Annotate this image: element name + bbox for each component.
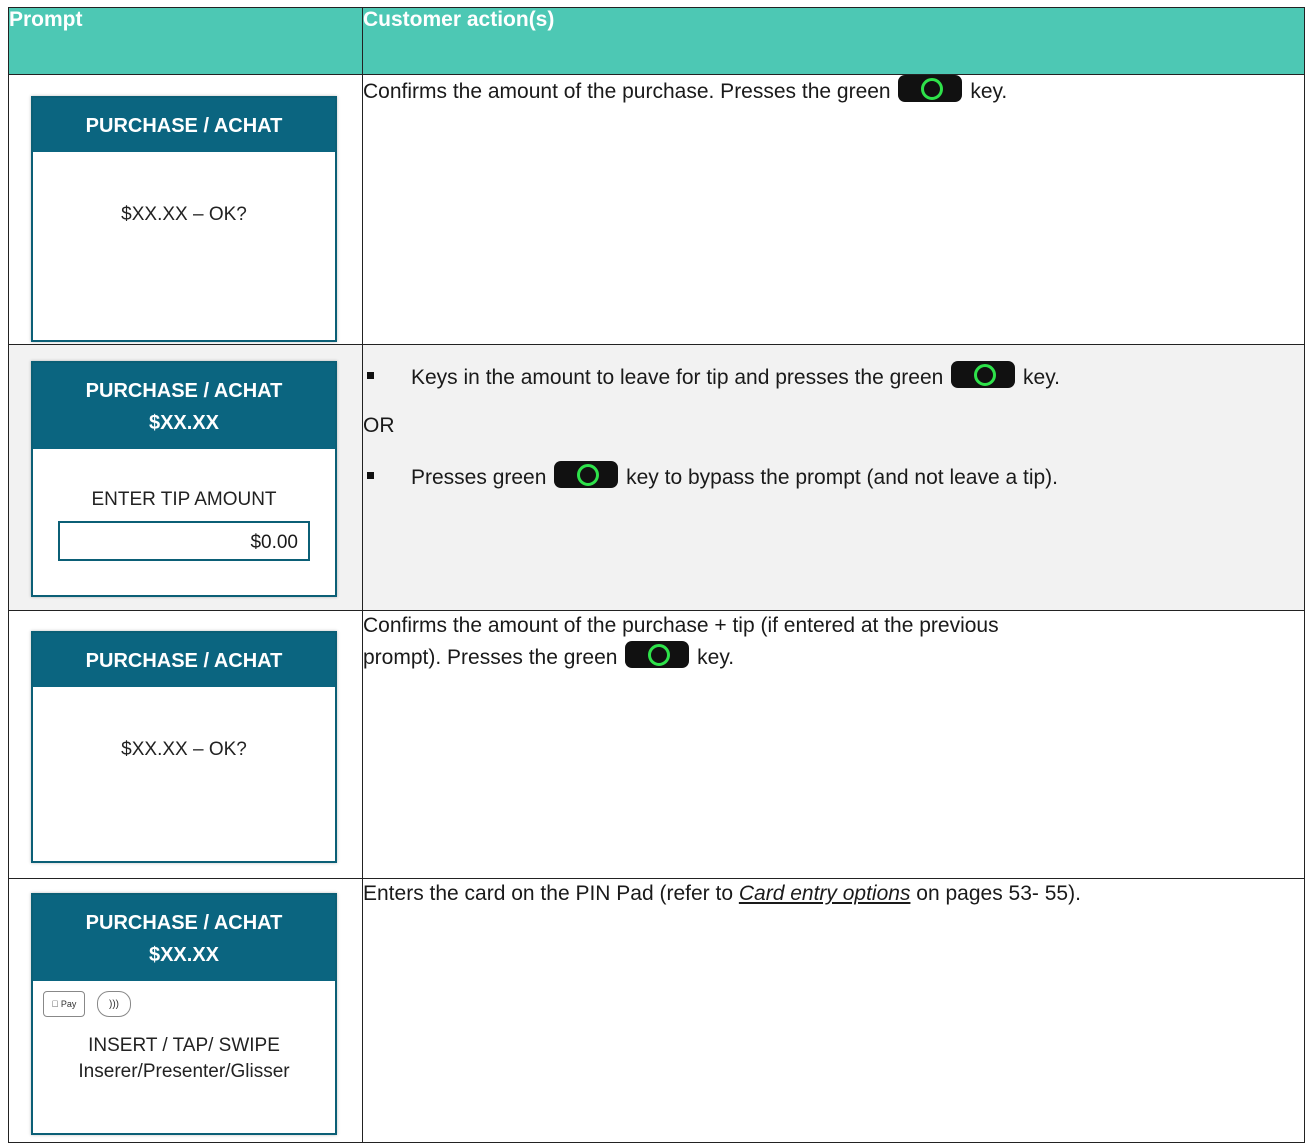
- green-ok-key-icon: [898, 75, 963, 102]
- bullet-text-end: key to bypass the prompt (and not leave …: [626, 466, 1058, 489]
- action-text-end: key.: [970, 80, 1008, 103]
- header-customer-action: Customer action(s): [362, 7, 1305, 75]
- table-row: PURCHASE / ACHAT $XX.XX  Pay ))) INSERT…: [8, 878, 1305, 1143]
- table-header-row: Prompt Customer action(s): [8, 7, 1305, 75]
- tip-amount-field: $0.00: [58, 521, 310, 561]
- table-row: PURCHASE / ACHAT $XX.XX ENTER TIP AMOUNT…: [8, 344, 1305, 611]
- screen-title: PURCHASE / ACHAT: [33, 633, 335, 687]
- action-text-end: on pages 53- 55).: [910, 882, 1081, 905]
- terminal-screen: PURCHASE / ACHAT $XX.XX – OK?: [31, 96, 337, 342]
- action-text: prompt). Presses the green: [363, 646, 618, 669]
- screen-label: ENTER TIP AMOUNT: [91, 489, 277, 510]
- action-cell: Keys in the amount to leave for tip and …: [362, 344, 1305, 611]
- table-row: PURCHASE / ACHAT $XX.XX – OK? Confirms t…: [8, 610, 1305, 879]
- terminal-screen: PURCHASE / ACHAT $XX.XX – OK?: [31, 631, 337, 863]
- green-ok-key-icon: [554, 461, 619, 488]
- action-cell: Confirms the amount of the purchase. Pre…: [362, 74, 1305, 345]
- action-text: Confirms the amount of the purchase. Pre…: [363, 80, 891, 103]
- prompt-cell: PURCHASE / ACHAT $XX.XX  Pay ))) INSERT…: [8, 878, 363, 1143]
- screen-header: PURCHASE / ACHAT $XX.XX: [33, 363, 335, 449]
- action-text: Confirms the amount of the purchase + ti…: [363, 614, 999, 637]
- screen-amount: $XX.XX: [148, 412, 220, 434]
- action-text-line2: prompt). Presses the green key.: [363, 641, 1304, 673]
- screen-title: PURCHASE / ACHAT: [85, 912, 283, 934]
- action-cell: Confirms the amount of the purchase + ti…: [362, 610, 1305, 879]
- payment-badges:  Pay ))): [33, 981, 335, 1017]
- green-ok-key-icon: [625, 641, 690, 668]
- or-text: OR: [363, 414, 395, 437]
- action-text: Enters the card on the PIN Pad (refer to: [363, 882, 739, 905]
- header-prompt: Prompt: [8, 7, 363, 75]
- apple-pay-icon:  Pay: [43, 991, 85, 1017]
- terminal-screen: PURCHASE / ACHAT $XX.XX ENTER TIP AMOUNT…: [31, 361, 337, 597]
- screen-header: PURCHASE / ACHAT $XX.XX: [33, 895, 335, 981]
- prompt-cell: PURCHASE / ACHAT $XX.XX ENTER TIP AMOUNT…: [8, 344, 363, 611]
- bullet-icon: [367, 372, 374, 379]
- bullet-text-end: key.: [1023, 366, 1060, 389]
- screen-line-2: Inserer/Presenter/Glisser: [78, 1061, 290, 1082]
- table-row: PURCHASE / ACHAT $XX.XX – OK? Confirms t…: [8, 74, 1305, 345]
- bullet-item: Presses green key to bypass the prompt (…: [363, 461, 1304, 493]
- bullet-item: Keys in the amount to leave for tip and …: [363, 361, 1304, 393]
- screen-amount: $XX.XX: [148, 944, 220, 966]
- screen-line-1: INSERT / TAP/ SWIPE: [88, 1035, 280, 1056]
- prompt-cell: PURCHASE / ACHAT $XX.XX – OK?: [8, 610, 363, 879]
- prompt-action-table: Prompt Customer action(s) PURCHASE / ACH…: [8, 7, 1305, 1143]
- bullet-text: Keys in the amount to leave for tip and …: [411, 366, 944, 389]
- screen-message: $XX.XX – OK?: [121, 739, 247, 760]
- prompt-cell: PURCHASE / ACHAT $XX.XX – OK?: [8, 74, 363, 345]
- terminal-screen: PURCHASE / ACHAT $XX.XX  Pay ))) INSERT…: [31, 893, 337, 1135]
- action-cell: Enters the card on the PIN Pad (refer to…: [362, 878, 1305, 1143]
- screen-title: PURCHASE / ACHAT: [85, 380, 283, 402]
- green-ok-key-icon: [951, 361, 1016, 388]
- screen-message: $XX.XX – OK?: [121, 204, 247, 225]
- action-text-end: key.: [697, 646, 735, 669]
- bullet-icon: [367, 472, 374, 479]
- apple-pay-label: Pay: [57, 999, 77, 1009]
- card-entry-options-link[interactable]: Card entry options: [739, 882, 911, 905]
- bullet-text: Presses green: [411, 466, 547, 489]
- contactless-icon: ))): [97, 991, 131, 1017]
- screen-title: PURCHASE / ACHAT: [33, 98, 335, 152]
